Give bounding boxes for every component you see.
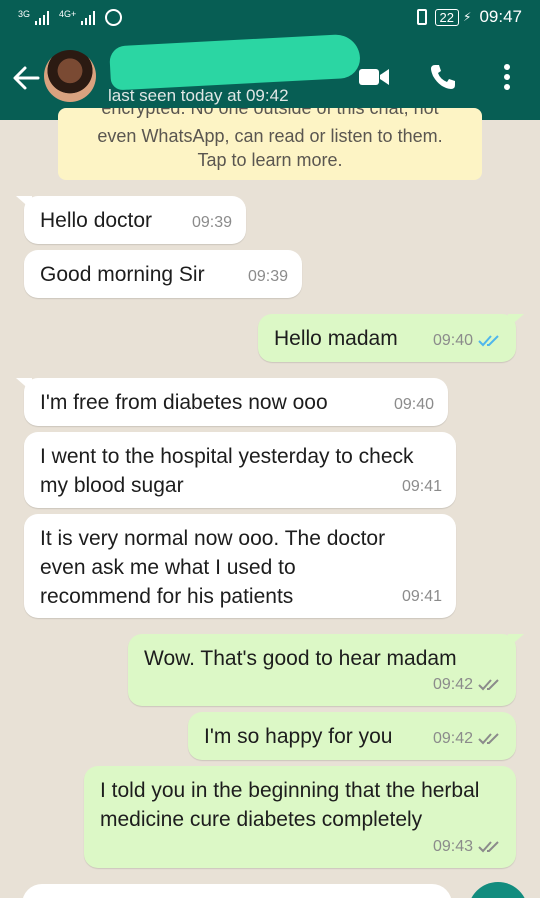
bubble-tail — [16, 196, 32, 210]
message-time: 09:40 — [432, 332, 473, 349]
avatar[interactable] — [44, 50, 96, 102]
message-input[interactable] — [22, 884, 452, 898]
message-time: 09:41 — [401, 478, 442, 495]
message-bubble-outgoing[interactable]: Hello madam 09:40 — [258, 314, 524, 362]
video-call-icon[interactable] — [358, 66, 390, 88]
delivered-receipt-icon — [478, 678, 499, 690]
message-bubble-incoming[interactable]: Hello doctor 09:39 — [16, 196, 246, 244]
encryption-notice-line2: Tap to learn more. — [197, 150, 343, 170]
delivered-receipt-icon — [478, 732, 499, 744]
message-text: Wow. That's good to hear madam — [144, 647, 457, 670]
status-left: 3G 4G+ — [18, 8, 123, 26]
bubble-tail — [508, 314, 524, 328]
message-text: Hello doctor — [40, 209, 153, 232]
battery-icon: 22 — [434, 8, 460, 26]
message-bubble-incoming[interactable]: I'm free from diabetes now ooo 09:40 — [16, 378, 448, 426]
message-bubble-incoming[interactable]: I went to the hospital yesterday to chec… — [24, 432, 456, 508]
more-options-icon[interactable] — [500, 62, 514, 92]
read-receipt-icon — [478, 334, 499, 346]
network-label-2: 4G+ — [59, 8, 77, 19]
encryption-notice-cut-line: encrypted. No one outside of this chat, … — [101, 108, 439, 118]
last-seen-text: last seen today at 09:42 — [108, 86, 289, 105]
message-time: 09:39 — [247, 268, 288, 285]
bubble-tail — [16, 378, 32, 392]
message-text: I'm free from diabetes now ooo — [40, 391, 328, 414]
message-bubble-incoming[interactable]: It is very normal now ooo. The doctor ev… — [24, 514, 456, 618]
message-text: I told you in the beginning that the her… — [100, 779, 480, 831]
voice-call-icon[interactable] — [428, 62, 458, 92]
message-text: I'm so happy for you — [204, 725, 393, 748]
bubble-tail — [508, 634, 524, 648]
message-bubble-outgoing[interactable]: I'm so happy for you 09:42 — [188, 712, 516, 760]
message-time: 09:41 — [401, 588, 442, 605]
signal-icon — [35, 10, 50, 25]
message-time: 09:42 — [432, 730, 473, 747]
mic-button[interactable] — [468, 882, 528, 898]
message-time: 09:39 — [191, 214, 232, 231]
message-text: Hello madam — [274, 327, 398, 350]
whatsapp-notification-icon — [105, 9, 123, 26]
message-bubble-outgoing[interactable]: I told you in the beginning that the her… — [84, 766, 516, 868]
status-right: 22 ⚡ 09:47 — [416, 7, 522, 27]
encryption-notice-line1: even WhatsApp, can read or listen to the… — [97, 126, 443, 146]
vibrate-icon — [416, 9, 427, 25]
contact-name-redaction — [109, 33, 361, 91]
message-text: Good morning Sir — [40, 263, 205, 286]
message-bubble-outgoing[interactable]: Wow. That's good to hear madam 09:42 — [128, 634, 524, 706]
charging-icon: ⚡ — [463, 10, 472, 24]
back-arrow-icon[interactable] — [10, 62, 42, 94]
message-text: I went to the hospital yesterday to chec… — [40, 445, 414, 497]
message-time: 09:40 — [393, 396, 434, 413]
network-label-1: 3G — [18, 8, 31, 19]
encryption-notice[interactable]: encrypted. No one outside of this chat, … — [58, 108, 482, 180]
message-text: It is very normal now ooo. The doctor ev… — [40, 527, 386, 608]
signal-icon-2 — [81, 10, 96, 25]
message-time: 09:43 — [432, 838, 473, 855]
status-bar: 3G 4G+ 22 ⚡ 09:47 — [0, 0, 540, 36]
message-time: 09:42 — [432, 676, 473, 693]
status-time: 09:47 — [479, 7, 522, 26]
message-bubble-incoming[interactable]: Good morning Sir 09:39 — [24, 250, 302, 298]
delivered-receipt-icon — [478, 840, 499, 852]
